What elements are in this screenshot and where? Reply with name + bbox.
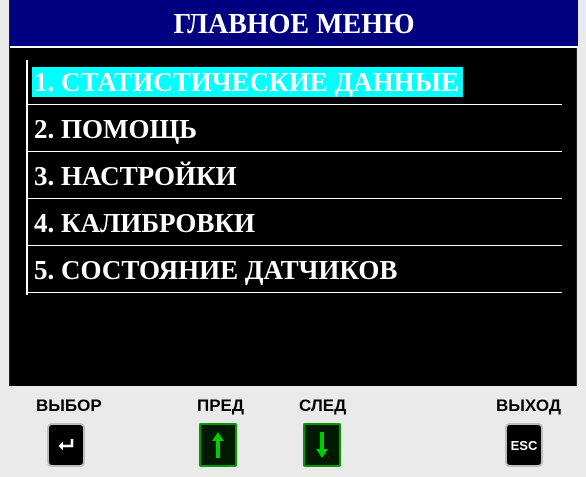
next-label: СЛЕД xyxy=(299,396,347,415)
prev-button[interactable] xyxy=(199,423,237,467)
select-button[interactable] xyxy=(47,423,85,467)
menu-item-statistics[interactable]: 1. СТАТИСТИЧЕСКИЕ ДАННЫЕ xyxy=(26,60,562,107)
menu-item-calibrations[interactable]: 4. КАЛИБРОВКИ xyxy=(26,201,562,248)
select-label: ВЫБОР xyxy=(36,396,102,415)
menu-item-sensor-status[interactable]: 5. СОСТОЯНИЕ ДАТЧИКОВ xyxy=(26,248,562,295)
menu-item-label: 2. ПОМОЩЬ xyxy=(34,114,197,144)
menu-item-label: 4. КАЛИБРОВКИ xyxy=(34,208,255,238)
exit-label: ВЫХОД xyxy=(496,396,561,415)
prev-label: ПРЕД xyxy=(197,396,245,415)
arrow-up-icon xyxy=(212,432,224,458)
menu-item-settings[interactable]: 3. НАСТРОЙКИ xyxy=(26,154,562,201)
menu-item-help[interactable]: 2. ПОМОЩЬ xyxy=(26,107,562,154)
menu-item-label: 1. СТАТИСТИЧЕСКИЕ ДАННЫЕ xyxy=(32,67,464,97)
main-menu: 1. СТАТИСТИЧЕСКИЕ ДАННЫЕ 2. ПОМОЩЬ 3. НА… xyxy=(26,60,562,295)
enter-arrow-icon xyxy=(58,439,74,451)
esc-key-icon: ESC xyxy=(510,437,538,453)
page-title: ГЛАВНОЕ МЕНЮ xyxy=(10,0,578,48)
menu-item-label: 5. СОСТОЯНИЕ ДАТЧИКОВ xyxy=(34,255,398,285)
next-button[interactable] xyxy=(303,423,341,467)
display-screen: ГЛАВНОЕ МЕНЮ 1. СТАТИСТИЧЕСКИЕ ДАННЫЕ 2.… xyxy=(9,0,578,386)
menu-item-label: 3. НАСТРОЙКИ xyxy=(34,161,237,191)
exit-button[interactable]: ESC xyxy=(505,423,543,467)
arrow-down-icon xyxy=(316,432,328,458)
button-bar: ВЫБОР ПРЕД СЛЕД ВЫХОД ESC xyxy=(9,386,577,477)
